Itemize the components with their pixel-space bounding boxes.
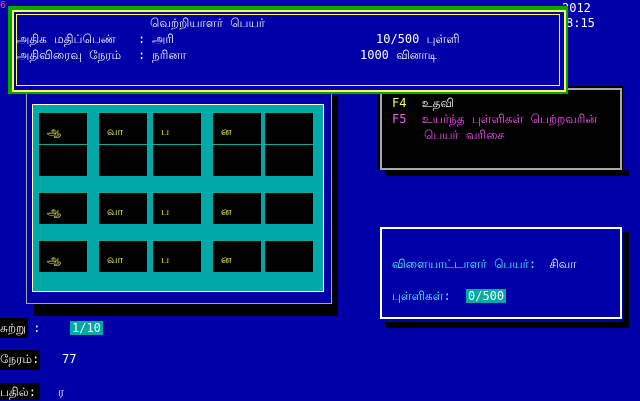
grid-cell[interactable] (39, 145, 87, 176)
grid-board: ஆ வா ப ன ஆ வா ப ன ஆ வா ப ன (32, 104, 324, 292)
grid-cell[interactable]: ஆ (39, 193, 87, 224)
high-score-sep-2: : (138, 48, 146, 62)
edge-marker: 6 (0, 0, 7, 11)
grid-cell-label: ஆ (47, 253, 61, 266)
player-name-value: சிவா (547, 257, 579, 271)
time-value: 77 (62, 352, 77, 366)
player-points-value: 0/500 (466, 289, 507, 303)
help-text-f4: உதவி (421, 96, 455, 110)
help-panel-shadow (385, 170, 629, 176)
grid-cell-label: வா (107, 125, 124, 138)
grid-cell-label: வா (107, 253, 124, 266)
grid-cell[interactable] (265, 241, 313, 272)
player-name-label: விளையாட்டாளர் பெயர்: (392, 257, 537, 271)
help-key-f5: F5 (392, 112, 407, 126)
grid-cell[interactable] (213, 145, 261, 176)
grid-cell-label: ஆ (47, 205, 61, 218)
player-points-row: புள்ளிகள்: 0/500 (392, 289, 507, 305)
grid-cell[interactable] (265, 113, 313, 144)
high-score-name-1: அரி (152, 32, 174, 46)
high-score-sep-1: : (138, 32, 146, 46)
time-label: நேரம்: (0, 352, 40, 366)
player-panel-shadow-bottom (385, 322, 629, 328)
player-points-label: புள்ளிகள்: (392, 289, 451, 303)
high-score-title: வெற்றியாளர் பெயர் (150, 16, 266, 30)
grid-cell[interactable]: வா (99, 193, 147, 224)
help-item-f5[interactable]: F5 உயர்ந்த புள்ளிகள் பெற்றவரின் (392, 112, 597, 128)
player-name-row: விளையாட்டாளர் பெயர்: சிவா (392, 257, 579, 273)
high-score-score-1: 10/500 புள்ளி (376, 32, 460, 46)
answer-label: பதில்: (0, 385, 36, 399)
round-label: சுற்று : (0, 321, 41, 335)
grid-cell-label: ன (221, 205, 232, 218)
round-value: 1/10 (70, 321, 103, 335)
grid-cell[interactable] (99, 145, 147, 176)
grid-cell[interactable]: ன (213, 241, 261, 272)
high-score-label-1: அதிக மதிப்பெண் (16, 32, 117, 46)
help-key-f4: F4 (392, 96, 407, 110)
grid-cell[interactable] (265, 193, 313, 224)
answer-input[interactable]: ர (58, 385, 64, 401)
grid-cell-label: ப (161, 125, 170, 138)
grid-cell[interactable]: ப (153, 193, 201, 224)
player-panel-shadow-right (623, 232, 629, 328)
grid-cell[interactable]: வா (99, 241, 147, 272)
help-text-f5-line2: பெயர் வரிசை (424, 128, 505, 142)
grid-cell[interactable]: ன (213, 113, 261, 144)
help-text-f5: உயர்ந்த புள்ளிகள் பெற்றவரின் (421, 112, 597, 126)
help-item-f4[interactable]: F4 உதவி (392, 96, 454, 112)
grid-cell-label: ஆ (47, 125, 61, 138)
grid-cell[interactable]: ப (153, 113, 201, 144)
grid-cell[interactable]: ஆ (39, 241, 87, 272)
player-panel-frame (380, 227, 622, 319)
grid-cell[interactable]: ப (153, 241, 201, 272)
grid-cell-label: ப (161, 205, 170, 218)
grid-cell[interactable] (153, 145, 201, 176)
grid-cell-label: ன (221, 125, 232, 138)
high-score-score-2: 1000 வினாடி (360, 48, 438, 62)
grid-cell-label: வா (107, 205, 124, 218)
time-display: 8:15 (566, 16, 595, 30)
grid-cell-label: ப (161, 253, 170, 266)
grid-cell[interactable]: வா (99, 113, 147, 144)
grid-cell[interactable]: ஆ (39, 113, 87, 144)
grid-cell-label: ன (221, 253, 232, 266)
grid-cell[interactable] (265, 145, 313, 176)
grid-cell[interactable]: ன (213, 193, 261, 224)
high-score-name-2: நரினா (152, 48, 187, 62)
high-score-label-2: அதிவிரைவு நேரம் (16, 48, 122, 62)
